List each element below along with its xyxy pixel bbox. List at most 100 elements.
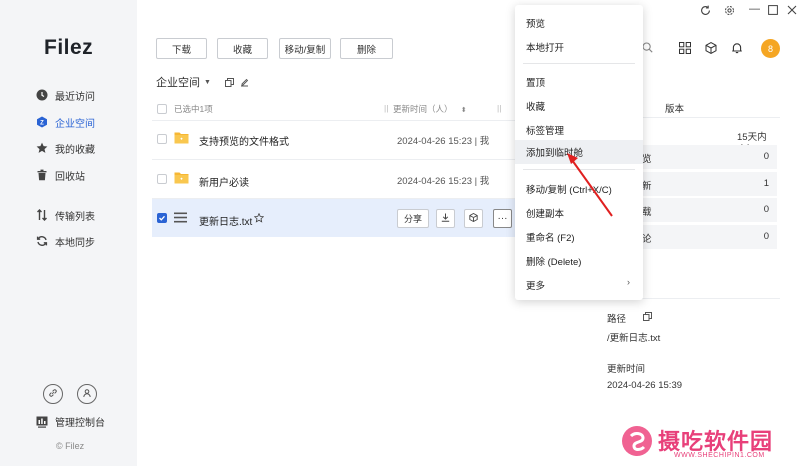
stat-value: 0 xyxy=(763,151,769,162)
copy-icon[interactable] xyxy=(643,312,652,324)
bell-icon[interactable] xyxy=(731,42,743,57)
path-label: 路径 xyxy=(607,314,627,325)
menu-item-more[interactable]: 更多 xyxy=(526,278,545,292)
enterprise-icon: Z xyxy=(35,116,48,129)
download-row-button[interactable] xyxy=(436,209,455,228)
edit-icon[interactable] xyxy=(240,78,249,87)
annotation-arrow xyxy=(567,153,613,217)
contacts-icon xyxy=(82,388,92,401)
menu-item-rename[interactable]: 重命名 (F2) xyxy=(526,230,575,244)
menu-item-favorite[interactable]: 收藏 xyxy=(526,99,545,113)
admin-console-label: 管理控制台 xyxy=(55,418,105,429)
file-name[interactable]: 更新日志.txt xyxy=(199,213,252,228)
sidebar-item-trash[interactable]: 回收站 xyxy=(35,165,85,185)
menu-divider xyxy=(523,63,635,64)
col-divider: || xyxy=(497,103,502,113)
table-row[interactable]: 支持预览的文件格式 2024-04-26 15:23 | 我 xyxy=(152,120,512,158)
menu-item-pin[interactable]: 置顶 xyxy=(526,75,545,89)
sidebar-item-label: 本地同步 xyxy=(55,237,95,249)
star-outline-icon[interactable] xyxy=(253,212,265,226)
delete-button[interactable]: 删除 xyxy=(340,38,393,59)
sidebar-item-sync[interactable]: 本地同步 xyxy=(35,231,95,251)
select-all-checkbox[interactable] xyxy=(157,104,167,114)
sidebar-item-label: 最近访问 xyxy=(55,91,95,103)
sort-icon: ⬍ xyxy=(460,107,467,114)
file-name[interactable]: 支持预览的文件格式 xyxy=(199,133,289,148)
copyright: © Filez xyxy=(56,441,85,451)
sidebar-item-label: 我的收藏 xyxy=(55,144,95,156)
download-button[interactable]: 下载 xyxy=(156,38,207,59)
path-value: /更新日志.txt xyxy=(607,333,661,344)
range-label: 15天内 xyxy=(737,132,767,143)
caret-down-icon: ▼ xyxy=(204,78,211,86)
cube-icon[interactable] xyxy=(705,42,717,57)
menu-item-preview[interactable]: 预览 xyxy=(526,16,545,30)
apps-grid-icon[interactable] xyxy=(679,42,691,57)
table-row[interactable]: 新用户必读 2024-04-26 15:23 | 我 xyxy=(152,160,512,198)
clock-icon xyxy=(35,89,48,102)
svg-text:Z: Z xyxy=(40,120,44,126)
avatar[interactable]: 8 xyxy=(761,39,780,58)
package-row-button[interactable] xyxy=(464,209,483,228)
contacts-button[interactable] xyxy=(77,384,97,404)
favorite-button[interactable]: 收藏 xyxy=(217,38,268,59)
download-icon xyxy=(441,213,450,224)
folder-icon xyxy=(174,171,189,187)
stat-label: 新 xyxy=(642,181,652,192)
move-copy-button[interactable]: 移动/复制 xyxy=(279,38,331,59)
link-icon xyxy=(48,388,58,401)
close-icon[interactable] xyxy=(787,5,797,18)
selected-count: 已选中1项 xyxy=(174,104,213,114)
refresh-icon[interactable] xyxy=(700,5,711,19)
more-actions-button[interactable]: ··· xyxy=(493,209,512,228)
chevron-right-icon: › xyxy=(627,277,630,287)
trash-icon xyxy=(35,169,48,182)
table-row-selected[interactable]: 更新日志.txt 分享 ··· xyxy=(152,199,517,237)
stat-value: 0 xyxy=(763,231,769,242)
watermark: 摄吃软件园 WWW.SHECHIPIN1.COM xyxy=(618,420,798,466)
stat-label: 载 xyxy=(642,207,652,218)
file-date: 2024-04-26 15:23 | 我 xyxy=(397,136,490,147)
menu-item-tags[interactable]: 标签管理 xyxy=(526,123,564,137)
sidebar-item-enterprise[interactable]: Z 企业空间 xyxy=(35,112,95,132)
stat-value: 1 xyxy=(763,178,769,189)
star-icon xyxy=(35,142,48,155)
sidebar-item-label: 传输列表 xyxy=(55,211,95,223)
link-button[interactable] xyxy=(43,384,63,404)
sidebar-item-label: 回收站 xyxy=(55,171,85,183)
copy-path-icon[interactable] xyxy=(224,77,234,87)
row-checkbox-checked[interactable] xyxy=(157,213,167,223)
space-title: 企业空间 xyxy=(156,77,200,89)
space-selector[interactable]: 企业空间 ▼ xyxy=(156,74,249,90)
stat-value: 0 xyxy=(763,204,769,215)
ellipsis-icon: ··· xyxy=(497,212,508,224)
menu-item-open-local[interactable]: 本地打开 xyxy=(526,40,564,54)
cube-icon xyxy=(469,212,478,224)
sidebar: Filez 最近访问 Z 企业空间 我的收藏 回收站 传输列表 本地同步 管理控… xyxy=(0,0,137,466)
stat-label: 论 xyxy=(642,234,652,245)
sidebar-item-transfer[interactable]: 传输列表 xyxy=(35,205,95,225)
col-divider: || xyxy=(384,103,389,113)
admin-console-link[interactable]: 管理控制台 xyxy=(36,414,105,429)
updated-value: 2024-04-26 15:39 xyxy=(607,380,683,391)
col-updated-header[interactable]: 更新时间（人） ⬍ xyxy=(393,103,467,115)
avatar-text: 8 xyxy=(767,43,773,54)
menu-item-duplicate[interactable]: 创建副本 xyxy=(526,206,564,220)
updated-label: 更新时间 xyxy=(607,364,646,375)
sidebar-item-favorites[interactable]: 我的收藏 xyxy=(35,138,95,158)
row-checkbox[interactable] xyxy=(157,134,167,144)
share-button[interactable]: 分享 xyxy=(397,209,429,228)
col-updated-label: 更新时间（人） xyxy=(393,104,453,114)
settings-gear-icon[interactable] xyxy=(724,5,735,19)
maximize-icon[interactable] xyxy=(768,5,778,18)
sidebar-item-recent[interactable]: 最近访问 xyxy=(35,85,95,105)
menu-item-delete[interactable]: 删除 (Delete) xyxy=(526,254,581,268)
row-checkbox[interactable] xyxy=(157,174,167,184)
tab-version[interactable]: 版本 xyxy=(665,101,684,115)
search-icon[interactable] xyxy=(642,42,653,56)
folder-icon xyxy=(174,131,189,147)
app-logo: Filez xyxy=(44,36,94,59)
file-name[interactable]: 新用户必读 xyxy=(199,174,249,189)
admin-chart-icon xyxy=(36,416,48,428)
minimize-icon[interactable]: — xyxy=(749,3,760,15)
